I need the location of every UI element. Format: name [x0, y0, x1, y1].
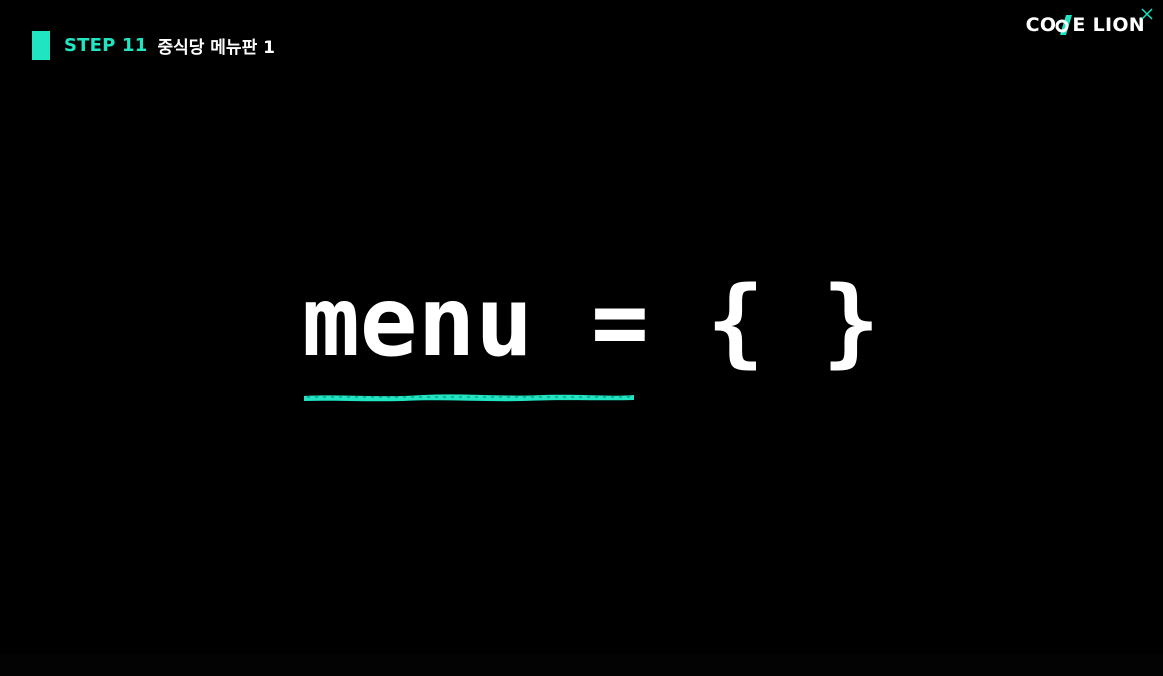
bottom-bar [0, 654, 1163, 676]
step-title: 중식당 메뉴판 1 [157, 37, 275, 58]
code-lion-logo: CO E LION [1026, 13, 1145, 37]
close-icon[interactable] [1139, 6, 1155, 22]
logo-text-left: CO [1025, 14, 1057, 36]
step-marker [32, 30, 50, 60]
step-label: STEP 11 [64, 34, 148, 56]
step-header: STEP 11 중식당 메뉴판 1 [32, 30, 275, 60]
logo-text-right: E LION [1072, 14, 1145, 36]
highlight-underline [303, 388, 635, 402]
logo-slash-icon [1054, 14, 1074, 36]
code-expression: menu = { } [302, 266, 880, 378]
